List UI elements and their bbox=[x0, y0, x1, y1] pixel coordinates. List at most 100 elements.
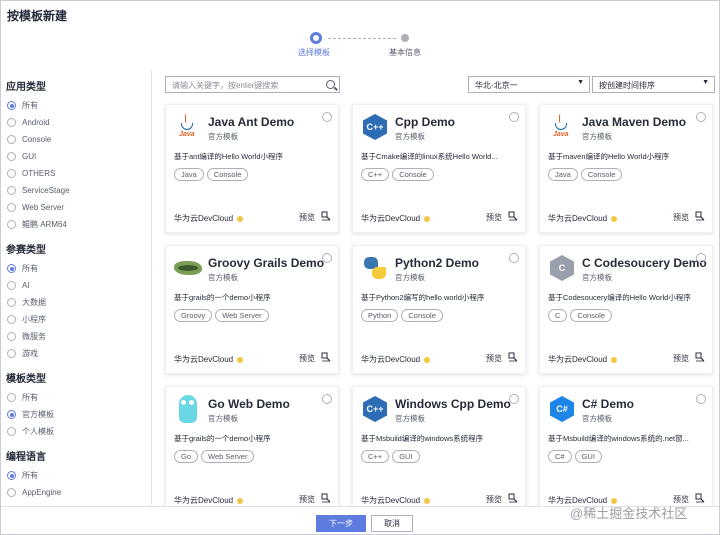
filter-option[interactable]: ASP.NET bbox=[0, 501, 151, 505]
radio-icon[interactable] bbox=[7, 488, 16, 497]
radio-icon[interactable] bbox=[7, 203, 16, 212]
template-type: 官方模板 bbox=[395, 273, 425, 282]
preview-link[interactable]: 预览 bbox=[299, 212, 315, 223]
preview-icon[interactable] bbox=[508, 352, 518, 362]
template-card[interactable]: C++ Windows Cpp Demo 官方模板 基于Msbuild编译的windo… bbox=[352, 386, 526, 515]
filter-option[interactable]: GUI bbox=[0, 148, 151, 165]
template-card[interactable]: C++ Cpp Demo 官方模板 基于Cmake编译的linux系统Hello Wo… bbox=[352, 104, 526, 233]
filter-option[interactable]: 所有 bbox=[0, 467, 151, 484]
filter-option[interactable]: 大数据 bbox=[0, 294, 151, 311]
template-type: 官方模板 bbox=[395, 132, 425, 141]
template-type: 官方模板 bbox=[208, 273, 238, 282]
filter-option[interactable]: 微服务 bbox=[0, 328, 151, 345]
preview-icon[interactable] bbox=[321, 352, 331, 362]
preview-link[interactable]: 预览 bbox=[299, 353, 315, 364]
filter-option-label: GUI bbox=[22, 152, 37, 161]
template-type: 官方模板 bbox=[208, 132, 238, 141]
template-card[interactable]: Go Web Demo 官方模板 基于grails的一个demo小程序 Go Web S… bbox=[165, 386, 339, 515]
select-radio[interactable] bbox=[696, 394, 706, 404]
radio-icon[interactable] bbox=[7, 152, 16, 161]
preview-icon[interactable] bbox=[508, 211, 518, 221]
template-tags: C Console bbox=[548, 309, 612, 322]
radio-icon[interactable] bbox=[7, 393, 16, 402]
filter-option[interactable]: Web Server bbox=[0, 199, 151, 216]
preview-link[interactable]: 预览 bbox=[299, 494, 315, 505]
select-radio[interactable] bbox=[509, 394, 519, 404]
preview-link[interactable]: 预览 bbox=[486, 494, 502, 505]
template-type: 官方模板 bbox=[582, 414, 612, 423]
radio-icon[interactable] bbox=[7, 281, 16, 290]
radio-icon[interactable] bbox=[7, 315, 16, 324]
preview-icon[interactable] bbox=[695, 493, 705, 503]
radio-icon[interactable] bbox=[7, 349, 16, 358]
template-tags: C++ GUI bbox=[361, 450, 420, 463]
filter-option[interactable]: AppEngine bbox=[0, 484, 151, 501]
template-card[interactable]: Java Java Maven Demo 官方模板 基于maven编译的Hello W… bbox=[539, 104, 713, 233]
preview-icon[interactable] bbox=[695, 352, 705, 362]
filter-option[interactable]: 游戏 bbox=[0, 345, 151, 362]
search-icon[interactable] bbox=[326, 80, 335, 89]
filter-option[interactable]: Android bbox=[0, 114, 151, 131]
select-radio[interactable] bbox=[322, 112, 332, 122]
filter-option[interactable]: 个人模板 bbox=[0, 423, 151, 440]
template-tag: Console bbox=[392, 168, 434, 181]
filter-option-label: 大数据 bbox=[22, 298, 46, 307]
select-radio[interactable] bbox=[696, 112, 706, 122]
sort-value: 按创建时间排序 bbox=[599, 81, 655, 90]
region-select[interactable]: 华北-北京一 ▼ bbox=[468, 76, 590, 93]
filter-option[interactable]: 鲲鹏 ARM64 bbox=[0, 216, 151, 233]
radio-icon[interactable] bbox=[7, 427, 16, 436]
template-card[interactable]: C C Codesoucery Demo 官方模板 基于Codesoucery编译的H… bbox=[539, 245, 713, 374]
filter-option[interactable]: ServiceStage bbox=[0, 182, 151, 199]
filter-option[interactable]: 所有 bbox=[0, 389, 151, 406]
select-radio[interactable] bbox=[322, 253, 332, 263]
search-input[interactable]: 请输入关键字，按enter键搜索 bbox=[165, 76, 340, 93]
radio-icon[interactable] bbox=[7, 332, 16, 341]
filter-option[interactable]: Console bbox=[0, 131, 151, 148]
radio-icon[interactable] bbox=[7, 220, 16, 229]
filter-option[interactable]: OTHERS bbox=[0, 165, 151, 182]
select-radio[interactable] bbox=[322, 394, 332, 404]
radio-icon[interactable] bbox=[7, 298, 16, 307]
filter-option[interactable]: 所有 bbox=[0, 260, 151, 277]
select-radio[interactable] bbox=[509, 253, 519, 263]
next-button[interactable]: 下一步 bbox=[316, 515, 366, 532]
preview-icon[interactable] bbox=[321, 493, 331, 503]
preview-icon[interactable] bbox=[508, 493, 518, 503]
select-radio[interactable] bbox=[696, 253, 706, 263]
template-card[interactable]: Groovy Grails Demo 官方模板 基于grails的一个demo小程序… bbox=[165, 245, 339, 374]
filter-option[interactable]: 官方模板 bbox=[0, 406, 151, 423]
preview-icon[interactable] bbox=[321, 211, 331, 221]
select-radio[interactable] bbox=[509, 112, 519, 122]
radio-icon[interactable] bbox=[7, 186, 16, 195]
template-name: Java Maven Demo bbox=[582, 115, 687, 129]
filter-option[interactable]: 所有 bbox=[0, 97, 151, 114]
preview-link[interactable]: 预览 bbox=[486, 353, 502, 364]
preview-link[interactable]: 预览 bbox=[486, 212, 502, 223]
radio-icon[interactable] bbox=[7, 169, 16, 178]
preview-link[interactable]: 预览 bbox=[673, 353, 689, 364]
radio-icon[interactable] bbox=[7, 264, 16, 273]
template-card[interactable]: Python2 Demo 官方模板 基于Python2编写的hello world小… bbox=[352, 245, 526, 374]
filter-option-label: Android bbox=[22, 118, 50, 127]
preview-icon[interactable] bbox=[695, 211, 705, 221]
sort-select[interactable]: 按创建时间排序 ▼ bbox=[592, 76, 715, 93]
cancel-button[interactable]: 取消 bbox=[371, 515, 413, 532]
filter-option[interactable]: 小程序 bbox=[0, 311, 151, 328]
radio-icon[interactable] bbox=[7, 118, 16, 127]
template-description: 基于ant编译的Hello World小程序 bbox=[174, 152, 284, 161]
preview-link[interactable]: 预览 bbox=[673, 212, 689, 223]
vendor-badge-icon bbox=[611, 215, 618, 222]
template-card[interactable]: C# C# Demo 官方模板 基于Msbuild编译的windows系统的.net窗… bbox=[539, 386, 713, 515]
vendor-badge-icon bbox=[237, 215, 244, 222]
template-description: 基于Codesoucery编译的Hello World小程序 bbox=[548, 293, 691, 302]
radio-icon[interactable] bbox=[7, 471, 16, 480]
filter-option[interactable]: AI bbox=[0, 277, 151, 294]
filter-sidebar[interactable]: 应用类型 所有 Android Console GUI OTHERS ServiceStag… bbox=[0, 70, 152, 505]
template-description: 基于Cmake编译的linux系统Hello World... bbox=[361, 152, 498, 161]
radio-icon[interactable] bbox=[7, 101, 16, 110]
template-card[interactable]: Java Java Ant Demo 官方模板 基于ant编译的Hello World… bbox=[165, 104, 339, 233]
radio-icon[interactable] bbox=[7, 410, 16, 419]
template-tags: Groovy Web Server bbox=[174, 309, 269, 322]
radio-icon[interactable] bbox=[7, 135, 16, 144]
